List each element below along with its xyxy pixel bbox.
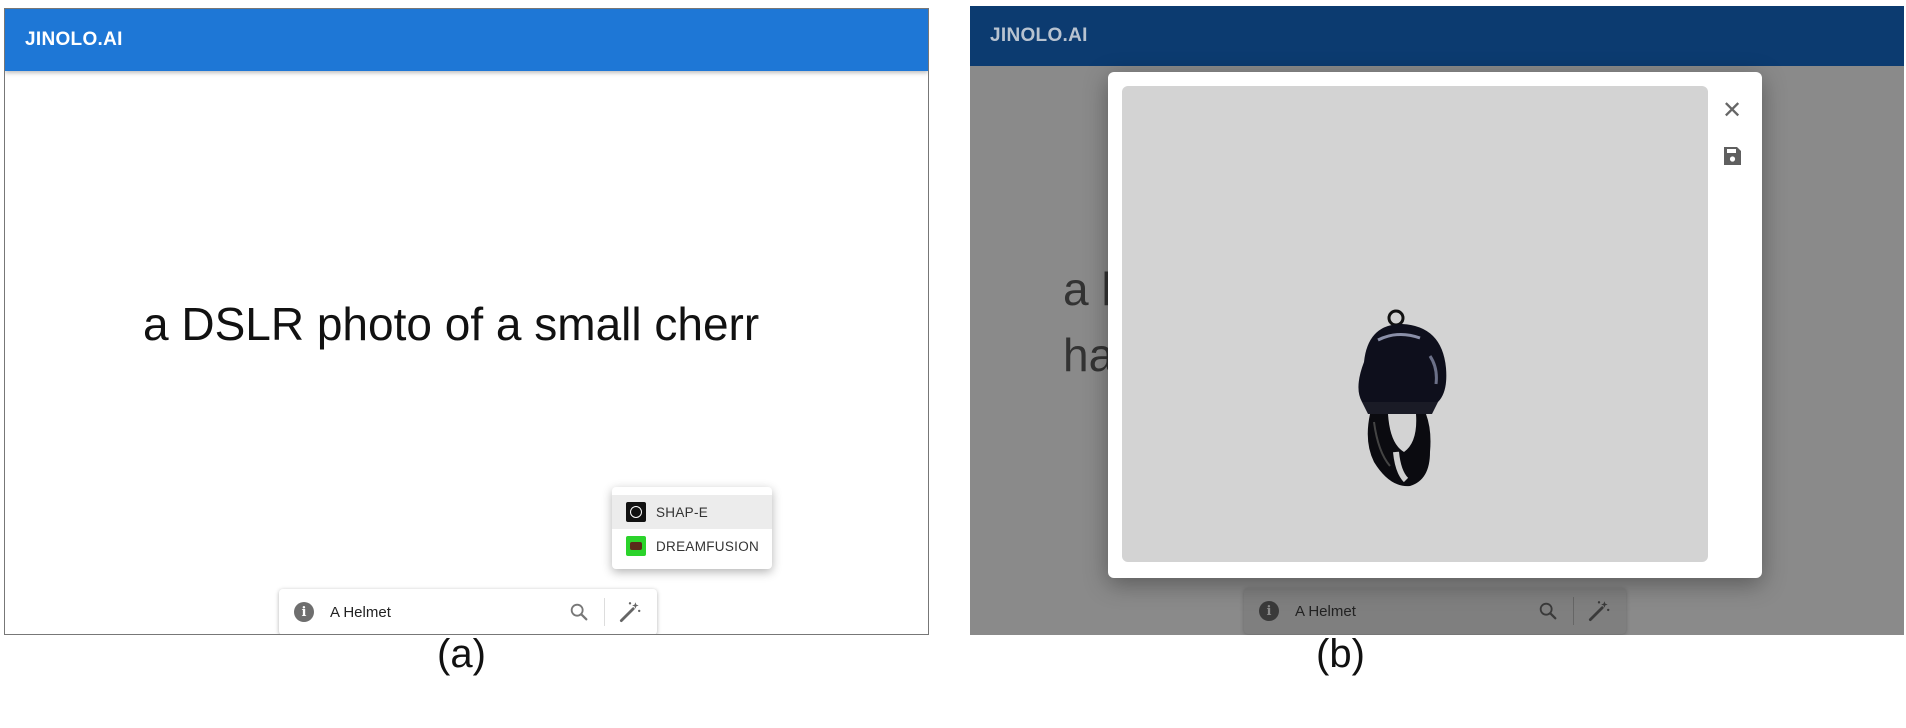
panel-caption-b: (b) <box>1316 632 1365 676</box>
magic-wand-icon[interactable] <box>617 599 643 625</box>
prompt-input[interactable] <box>1295 602 1537 620</box>
magic-wand-icon[interactable] <box>1586 598 1612 624</box>
prompt-search-bar: i <box>279 589 657 634</box>
panel-caption-a: (a) <box>437 632 486 676</box>
dreamfusion-logo-icon <box>626 536 646 556</box>
prompt-search-bar: i <box>1244 588 1626 634</box>
model-preview-dialog: ✕ <box>1108 72 1762 578</box>
search-icon[interactable] <box>1537 600 1559 622</box>
info-icon[interactable]: i <box>1259 601 1279 621</box>
screenshot-panel-b: JINOLO.AI a h ha i A Helmet ✕ <box>970 6 1904 635</box>
menu-item-label: DREAMFUSION <box>656 538 760 554</box>
app-bar: JINOLO.AI <box>5 9 928 71</box>
divider <box>604 598 605 626</box>
app-title[interactable]: JINOLO.AI <box>990 25 1088 47</box>
info-icon[interactable]: i <box>294 602 314 622</box>
3d-model-viewer[interactable] <box>1122 86 1708 562</box>
search-icon[interactable] <box>568 601 590 623</box>
save-icon[interactable] <box>1720 144 1744 168</box>
helmet-3d-render <box>1358 309 1447 487</box>
screenshot-panel-a: JINOLO.AI a DSLR photo of a small cherr … <box>4 8 929 635</box>
app-bar: JINOLO.AI <box>970 6 1904 66</box>
model-menu: SHAP-E DREAMFUSION <box>612 487 772 569</box>
menu-item-label: SHAP-E <box>656 504 709 520</box>
close-icon[interactable]: ✕ <box>1720 97 1744 124</box>
prompt-display-text: a DSLR photo of a small cherr <box>143 297 785 351</box>
prompt-input[interactable] <box>330 603 568 621</box>
app-title[interactable]: JINOLO.AI <box>25 29 123 51</box>
menu-item-dreamfusion[interactable]: DREAMFUSION <box>612 529 772 563</box>
divider <box>1573 597 1574 625</box>
openai-logo-icon <box>626 502 646 522</box>
menu-item-shap-e[interactable]: SHAP-E <box>612 495 772 529</box>
